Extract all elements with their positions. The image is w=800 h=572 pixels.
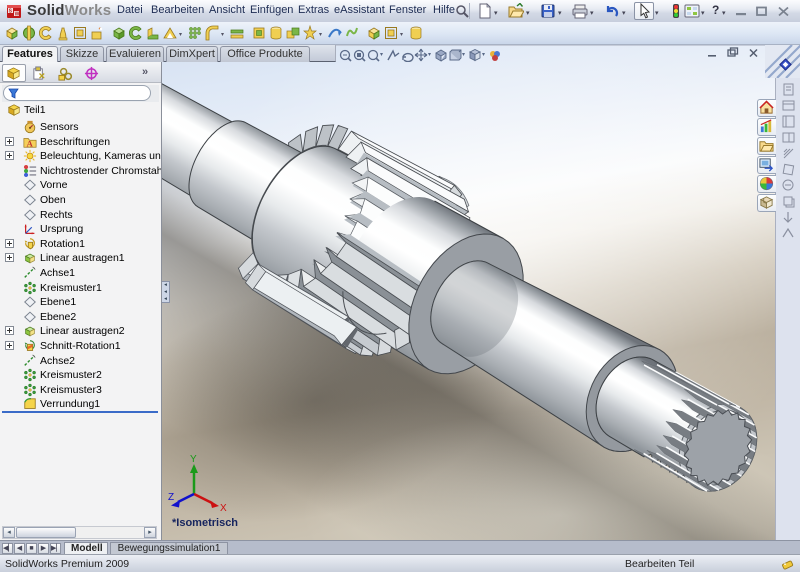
svg-text:Y: Y bbox=[190, 454, 197, 465]
svg-text:A: A bbox=[27, 138, 34, 148]
svg-text:Z: Z bbox=[168, 492, 174, 503]
svg-text:W: W bbox=[15, 11, 20, 17]
svg-text:X: X bbox=[220, 503, 227, 512]
